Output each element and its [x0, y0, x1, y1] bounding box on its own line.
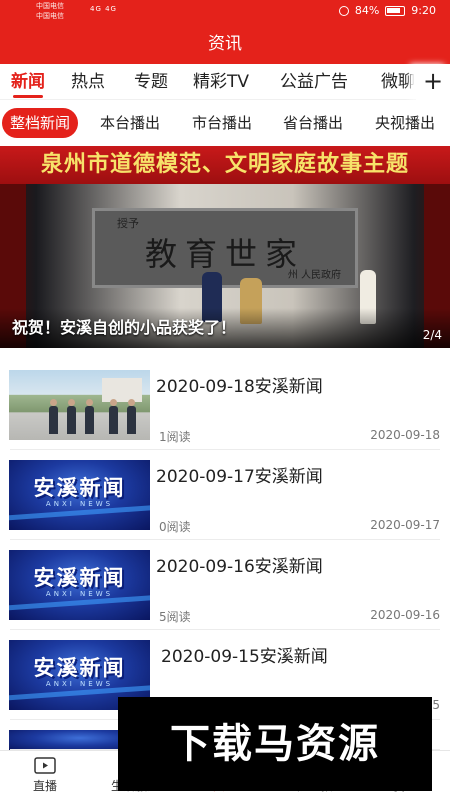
thumb-figure — [67, 399, 76, 434]
thumb-figure — [85, 399, 94, 434]
clock: 9:20 — [411, 4, 436, 17]
news-title: 2020-09-15安溪新闻 — [161, 647, 328, 667]
list-item[interactable]: 安溪新闻 ANXI NEWS 2020-09-16安溪新闻 5阅读 2020-0… — [0, 540, 450, 630]
thumb-figure — [127, 399, 136, 434]
watermark-overlay: 下载马资源 — [118, 697, 432, 791]
news-read-count: 1阅读 — [159, 430, 191, 444]
subtab-city[interactable]: 市台播出 — [184, 108, 260, 138]
thumb-logo-sub: ANXI NEWS — [45, 590, 114, 598]
news-title: 2020-09-17安溪新闻 — [156, 467, 323, 487]
battery-icon — [385, 5, 406, 16]
thumb-logo-text: 安溪新闻 — [33, 476, 126, 500]
news-read-count: 0阅读 — [159, 520, 191, 534]
channel-tabs: 新闻 热点 专题 精彩TV 公益广告 微聊 + — [0, 64, 450, 100]
add-channel-button[interactable]: + — [416, 64, 450, 100]
news-title: 2020-09-16安溪新闻 — [156, 557, 323, 577]
tab-chat[interactable]: 微聊 — [381, 64, 415, 100]
banner-plaque: 授予 教育世家 州 人民政府 — [92, 208, 358, 288]
plaque-issuer-text: 州 人民政府 — [287, 270, 341, 281]
news-title: 2020-09-18安溪新闻 — [156, 377, 323, 397]
list-item[interactable]: 安溪新闻 ANXI NEWS 2020-09-17安溪新闻 0阅读 2020-0… — [0, 450, 450, 540]
news-thumbnail — [9, 370, 150, 440]
tab-news[interactable]: 新闻 — [11, 64, 45, 100]
tab-tv[interactable]: 精彩TV — [193, 64, 249, 100]
carrier-info: 中国电信 中国电信 — [36, 1, 64, 21]
thumb-logo-text: 安溪新闻 — [33, 566, 126, 590]
banner-caption[interactable]: 祝贺！安溪自创的小品获奖了！ — [12, 314, 236, 338]
carrier-2: 中国电信 — [36, 12, 64, 20]
nav-label: 直播 — [32, 779, 57, 793]
page-title: 资讯 — [0, 24, 450, 64]
news-date: 5 — [432, 698, 440, 712]
news-read-count: 5阅读 — [159, 610, 191, 624]
thumb-building — [102, 378, 142, 402]
news-thumbnail: 安溪新闻 ANXI NEWS — [9, 460, 150, 530]
alarm-icon — [338, 5, 349, 16]
subtab-province[interactable]: 省台播出 — [275, 108, 351, 138]
thumb-figure — [49, 399, 58, 434]
sub-tabs: 整档新闻 本台播出 市台播出 省台播出 央视播出 — [0, 104, 450, 142]
status-bar: 中国电信 中国电信 4G 4G 84% 9:20 — [0, 0, 450, 24]
list-item[interactable]: 2020-09-18安溪新闻 1阅读 2020-09-18 — [0, 360, 450, 450]
tab-special[interactable]: 专题 — [134, 64, 168, 100]
network-indicator: 4G 4G — [90, 5, 117, 13]
banner-headline: 泉州市道德模范、文明家庭故事主题 — [0, 146, 450, 184]
tab-hot[interactable]: 热点 — [71, 64, 105, 100]
battery-percent: 84% — [354, 4, 380, 17]
tab-public-ads[interactable]: 公益广告 — [280, 64, 348, 100]
news-date: 2020-09-17 — [370, 518, 440, 532]
thumb-logo-sub: ANXI NEWS — [45, 680, 114, 688]
subtab-full-news[interactable]: 整档新闻 — [2, 108, 79, 138]
news-date: 2020-09-16 — [370, 608, 440, 622]
thumb-figure — [109, 399, 118, 434]
tv-icon — [34, 757, 56, 774]
nav-live[interactable]: 直播 — [0, 751, 90, 800]
subtab-local[interactable]: 本台播出 — [92, 108, 168, 138]
thumb-logo-sub: ANXI NEWS — [45, 500, 114, 508]
thumb-logo-text: 安溪新闻 — [33, 656, 126, 680]
news-date: 2020-09-18 — [370, 428, 440, 442]
news-thumbnail: 安溪新闻 ANXI NEWS — [9, 550, 150, 620]
banner-page-indicator: 2/4 — [422, 328, 442, 342]
subtab-cctv[interactable]: 央视播出 — [367, 108, 443, 138]
status-right: 84% 9:20 — [338, 4, 436, 17]
banner-carousel[interactable]: 泉州市道德模范、文明家庭故事主题 授予 教育世家 州 人民政府 祝贺！安溪自创的… — [0, 146, 450, 348]
carrier-1: 中国电信 — [36, 2, 64, 10]
